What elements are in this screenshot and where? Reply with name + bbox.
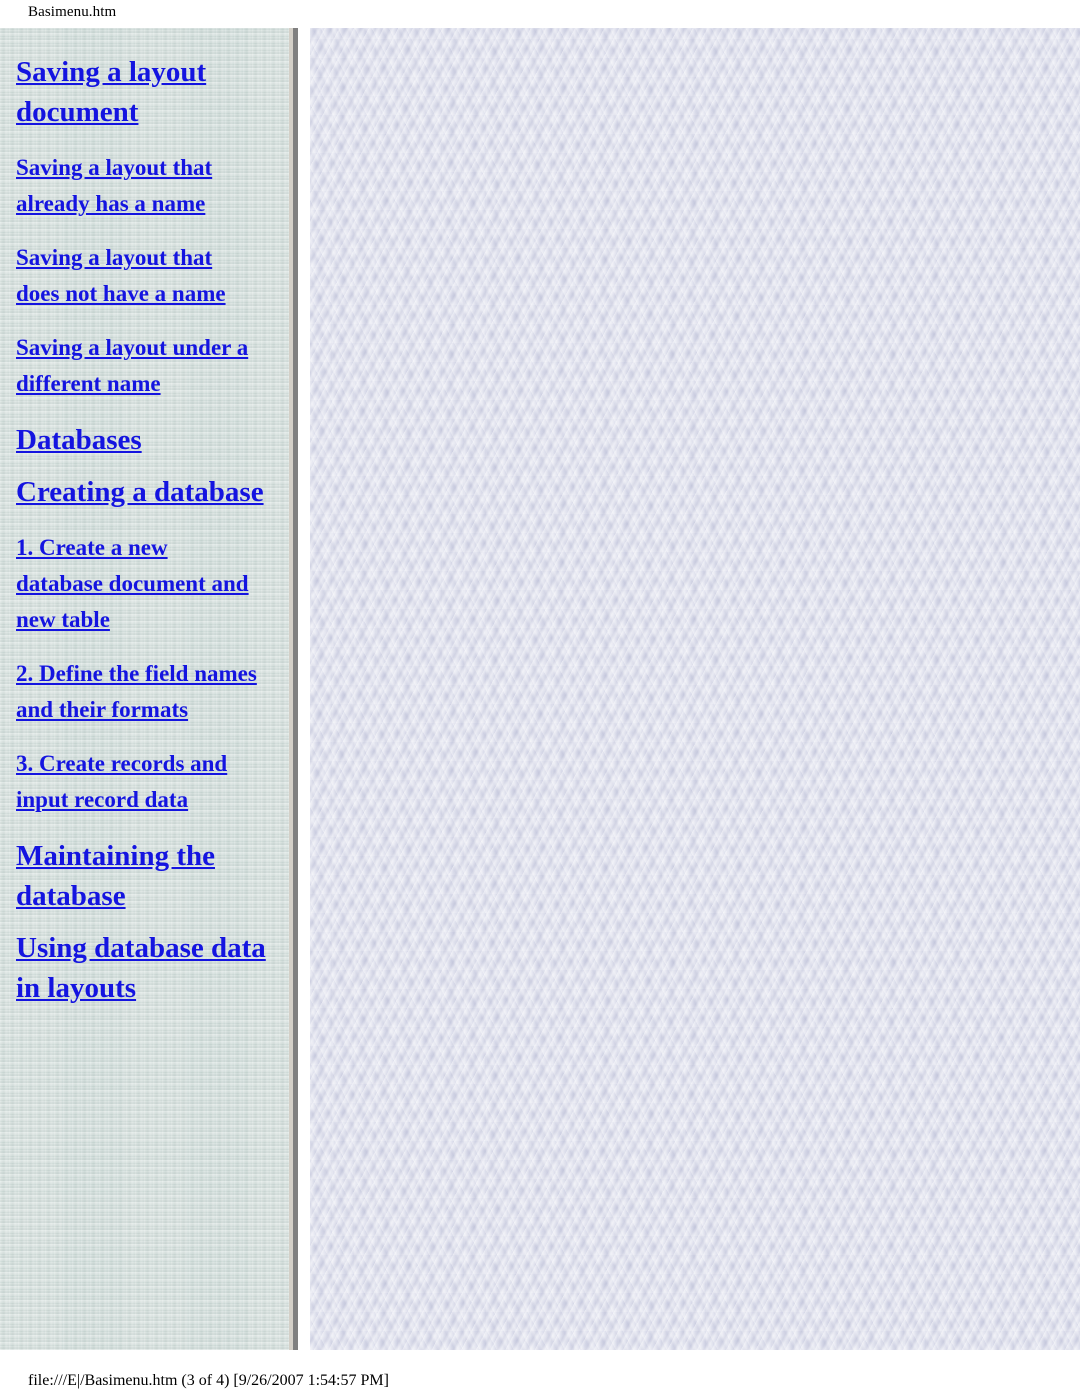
menu-frame[interactable]: Saving a layout document Saving a layout … <box>0 28 289 1350</box>
menu-spacer <box>0 916 289 928</box>
menu-spacer <box>0 638 289 656</box>
menu-spacer <box>0 132 289 150</box>
frame-splitter[interactable] <box>289 28 310 1350</box>
print-header-title: Basimenu.htm <box>28 4 117 20</box>
menu-link-list: Saving a layout document Saving a layout … <box>0 28 289 1008</box>
menu-spacer <box>0 312 289 330</box>
menu-link-8[interactable]: 2. Define the field names and their form… <box>0 656 289 728</box>
menu-spacer <box>0 818 289 836</box>
frameset: Saving a layout document Saving a layout … <box>0 28 1080 1350</box>
menu-link-1[interactable]: Saving a layout document <box>0 52 289 132</box>
content-frame[interactable] <box>310 28 1080 1350</box>
menu-link-6[interactable]: Creating a database <box>0 472 289 512</box>
menu-link-4[interactable]: Saving a layout under a different name <box>0 330 289 402</box>
menu-link-11[interactable]: Using database data in layouts <box>0 928 289 1008</box>
page-footer-url: file:///E|/Basimenu.htm (3 of 4) [9/26/2… <box>28 1372 389 1389</box>
menu-spacer <box>0 222 289 240</box>
menu-spacer <box>0 512 289 530</box>
menu-spacer <box>0 402 289 420</box>
splitter-shadow <box>293 28 298 1350</box>
menu-link-9[interactable]: 3. Create records and input record data <box>0 746 289 818</box>
menu-link-3[interactable]: Saving a layout that does not have a nam… <box>0 240 289 312</box>
menu-link-5[interactable]: Databases <box>0 420 289 460</box>
menu-spacer <box>0 28 289 52</box>
menu-link-10[interactable]: Maintaining the database <box>0 836 289 916</box>
menu-link-2[interactable]: Saving a layout that already has a name <box>0 150 289 222</box>
menu-spacer <box>0 728 289 746</box>
menu-spacer <box>0 460 289 472</box>
menu-link-7[interactable]: 1. Create a new database document and ne… <box>0 530 289 638</box>
